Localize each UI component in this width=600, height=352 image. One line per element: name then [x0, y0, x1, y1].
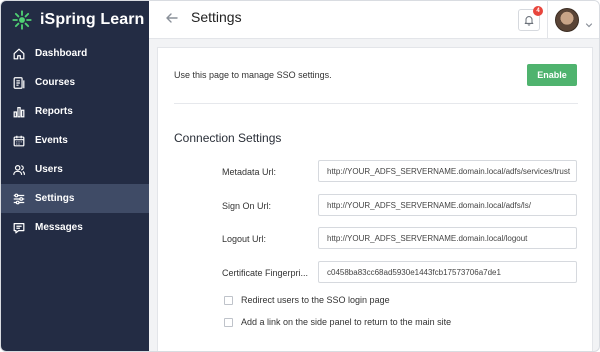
- message-icon: [12, 221, 26, 235]
- logout-url-label: Logout Url:: [222, 234, 267, 244]
- certificate-fingerprint-field[interactable]: c0458ba83cc68ad5930e1443fcb17573706a7de1: [318, 261, 577, 283]
- calendar-icon: [12, 134, 26, 148]
- sidebar-item-label: Courses: [35, 77, 76, 88]
- notification-badge: 4: [533, 6, 543, 16]
- metadata-url-field[interactable]: http://YOUR_ADFS_SERVERNAME.domain.local…: [318, 160, 577, 182]
- bar-chart-icon: [12, 105, 26, 119]
- logo[interactable]: iSpring Learn: [11, 8, 144, 32]
- courses-icon: [12, 76, 26, 90]
- side-panel-link-checkbox[interactable]: [224, 317, 233, 327]
- avatar: [555, 8, 579, 32]
- back-arrow-icon[interactable]: [165, 11, 179, 25]
- bell-icon: [523, 14, 535, 26]
- sidebar-nav: Dashboard Courses Reports Events Users S…: [1, 39, 149, 242]
- sign-on-url-field[interactable]: http://YOUR_ADFS_SERVERNAME.domain.local…: [318, 194, 577, 216]
- sidebar-item-courses[interactable]: Courses: [1, 68, 149, 97]
- notifications-button[interactable]: 4: [518, 6, 543, 31]
- ispring-logo-icon: [11, 9, 33, 31]
- sso-settings-card: Use this page to manage SSO settings. En…: [157, 47, 593, 351]
- metadata-url-label: Metadata Url:: [222, 167, 277, 177]
- sidebar-item-messages[interactable]: Messages: [1, 213, 149, 242]
- sign-on-url-label: Sign On Url:: [222, 201, 272, 211]
- sidebar-item-dashboard[interactable]: Dashboard: [1, 39, 149, 68]
- sidebar-item-label: Events: [35, 135, 68, 146]
- side-panel-link-checkbox-row[interactable]: Add a link on the side panel to return t…: [224, 317, 451, 327]
- sidebar-item-reports[interactable]: Reports: [1, 97, 149, 126]
- users-icon: [12, 163, 26, 177]
- home-icon: [12, 47, 26, 61]
- sidebar-item-label: Users: [35, 164, 63, 175]
- divider: [174, 103, 578, 104]
- side-panel-link-label: Add a link on the side panel to return t…: [241, 317, 452, 327]
- redirect-sso-checkbox[interactable]: [224, 295, 233, 305]
- certificate-fingerprint-label: Certificate Fingerpri...: [222, 268, 309, 278]
- section-title: Connection Settings: [174, 131, 282, 145]
- redirect-sso-checkbox-row[interactable]: Redirect users to the SSO login page: [224, 295, 390, 305]
- logout-url-field[interactable]: http://YOUR_ADFS_SERVERNAME.domain.local…: [318, 227, 577, 249]
- sidebar: iSpring Learn Dashboard Courses Reports: [1, 1, 149, 351]
- app-name: iSpring Learn: [40, 11, 145, 28]
- enable-button[interactable]: Enable: [527, 64, 577, 86]
- top-bar: Settings 4: [149, 1, 599, 39]
- sidebar-item-events[interactable]: Events: [1, 126, 149, 155]
- intro-text: Use this page to manage SSO settings.: [174, 70, 332, 80]
- sidebar-item-label: Reports: [35, 106, 73, 117]
- redirect-sso-label: Redirect users to the SSO login page: [241, 295, 390, 305]
- user-menu[interactable]: [547, 1, 599, 39]
- sidebar-item-settings[interactable]: Settings: [1, 184, 149, 213]
- sidebar-item-users[interactable]: Users: [1, 155, 149, 184]
- sidebar-item-label: Settings: [35, 193, 75, 204]
- sidebar-item-label: Messages: [35, 222, 83, 233]
- page-title: Settings: [191, 9, 242, 25]
- chevron-down-icon: [585, 16, 593, 28]
- sliders-icon: [12, 192, 26, 206]
- sidebar-item-label: Dashboard: [35, 48, 88, 59]
- app-window: iSpring Learn Dashboard Courses Reports: [0, 0, 600, 352]
